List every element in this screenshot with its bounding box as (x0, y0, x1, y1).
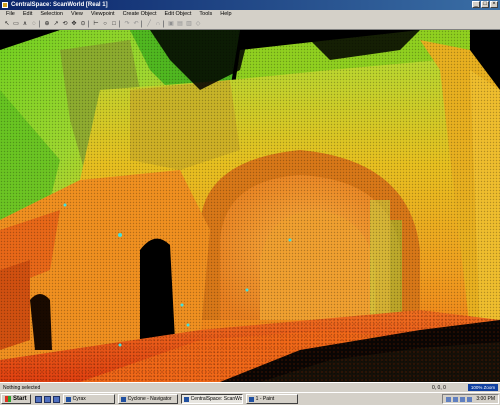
app-icon[interactable] (2, 2, 8, 8)
task-label: Cyclone - Navigator (127, 396, 172, 402)
quick-launch (34, 395, 60, 403)
menu-view[interactable]: View (67, 10, 87, 19)
redo-icon[interactable]: ↷ (123, 20, 131, 28)
explorer-icon[interactable] (52, 395, 60, 403)
toolbar-separator (141, 20, 144, 28)
maximize-button[interactable]: □ (481, 1, 489, 8)
zoom-icon[interactable]: ⊙ (79, 20, 87, 28)
toolbar-separator (119, 20, 122, 28)
toolbar-separator (39, 20, 42, 28)
start-button[interactable]: Start (1, 394, 31, 404)
system-tray: 3:00 PM (442, 394, 499, 404)
minimize-button[interactable]: _ (472, 1, 480, 8)
seek-icon[interactable]: ⊕ (43, 20, 51, 28)
point-cloud-viewport[interactable] (0, 30, 500, 382)
menu-viewpoint[interactable]: Viewpoint (87, 10, 119, 19)
menu-bar: File Edit Selection View Viewpoint Create Obj… (0, 10, 500, 19)
taskbar: Start Cyrax Cyclone - Navigator CentralSpa… (0, 392, 500, 405)
toolbar-separator (163, 20, 166, 28)
close-button[interactable]: × (490, 1, 498, 8)
toolbar: ↖ ▭ ∧ ◌ ⊕ ↗ ⟲ ✥ ⊙ ⊢ ○ □ ↷ ↶ ╱ ∩ ▣ ▤ ▥ ◇ (0, 19, 500, 30)
title-bar[interactable]: CentralSpace: ScanWorld [Real 1] _ □ × (0, 0, 500, 10)
measure-icon[interactable]: ⊢ (92, 20, 100, 28)
app-icon (120, 396, 126, 402)
rotate-icon[interactable]: ⟲ (61, 20, 69, 28)
polyline-icon[interactable]: ∧ (21, 20, 29, 28)
pan-icon[interactable]: ✥ (70, 20, 78, 28)
window-title: CentralSpace: ScanWorld [Real 1] (11, 2, 108, 8)
menu-file[interactable]: File (2, 10, 19, 19)
point-cloud-render[interactable] (0, 30, 500, 382)
menu-tools[interactable]: Tools (195, 10, 216, 19)
undo-icon[interactable]: ↶ (132, 20, 140, 28)
pick-icon[interactable]: ↗ (52, 20, 60, 28)
task-label: CentralSpace: ScanWo... (190, 396, 243, 402)
fence-icon[interactable]: ▭ (12, 20, 20, 28)
box-icon[interactable]: □ (110, 20, 118, 28)
toolbar-separator (88, 20, 91, 28)
menu-create-object[interactable]: Create Object (119, 10, 161, 19)
windows-logo-icon (5, 396, 11, 402)
tray-icon[interactable] (460, 396, 466, 402)
status-bar: Nothing selected 0, 0, 0 100% Zoom (0, 382, 500, 392)
menu-help[interactable]: Help (216, 10, 235, 19)
desktop-icon[interactable] (34, 395, 42, 403)
select-icon[interactable]: ↖ (3, 20, 11, 28)
clock: 3:00 PM (476, 396, 495, 402)
side-view-icon[interactable]: ▤ (176, 20, 184, 28)
front-view-icon[interactable]: ▣ (167, 20, 175, 28)
status-zoom: 100% Zoom (468, 384, 498, 391)
app-icon (248, 396, 254, 402)
taskbar-task[interactable]: CentralSpace: ScanWo... (180, 394, 243, 404)
menu-edit[interactable]: Edit (19, 10, 36, 19)
tray-icon[interactable] (446, 396, 452, 402)
app-icon (183, 396, 189, 402)
status-message: Nothing selected (3, 385, 41, 391)
taskbar-task[interactable]: Cyclone - Navigator (117, 394, 178, 404)
tray-icon[interactable] (453, 396, 459, 402)
lasso-icon[interactable]: ◌ (30, 20, 38, 28)
taskbar-task[interactable]: 1 - Paint (245, 394, 298, 404)
app-icon (65, 396, 71, 402)
browser-icon[interactable] (43, 395, 51, 403)
top-view-icon[interactable]: ▥ (185, 20, 193, 28)
circle-icon[interactable]: ○ (101, 20, 109, 28)
tray-icon[interactable] (467, 396, 473, 402)
status-coordinates: 0, 0, 0 (432, 385, 446, 391)
menu-selection[interactable]: Selection (36, 10, 67, 19)
start-label: Start (13, 396, 27, 402)
task-label: Cyrax (72, 396, 86, 402)
task-label: 1 - Paint (255, 396, 275, 402)
menu-edit-object[interactable]: Edit Object (161, 10, 196, 19)
taskbar-task[interactable]: Cyrax (62, 394, 115, 404)
curve-icon[interactable]: ∩ (154, 20, 162, 28)
line-icon[interactable]: ╱ (145, 20, 153, 28)
iso-view-icon[interactable]: ◇ (194, 20, 202, 28)
